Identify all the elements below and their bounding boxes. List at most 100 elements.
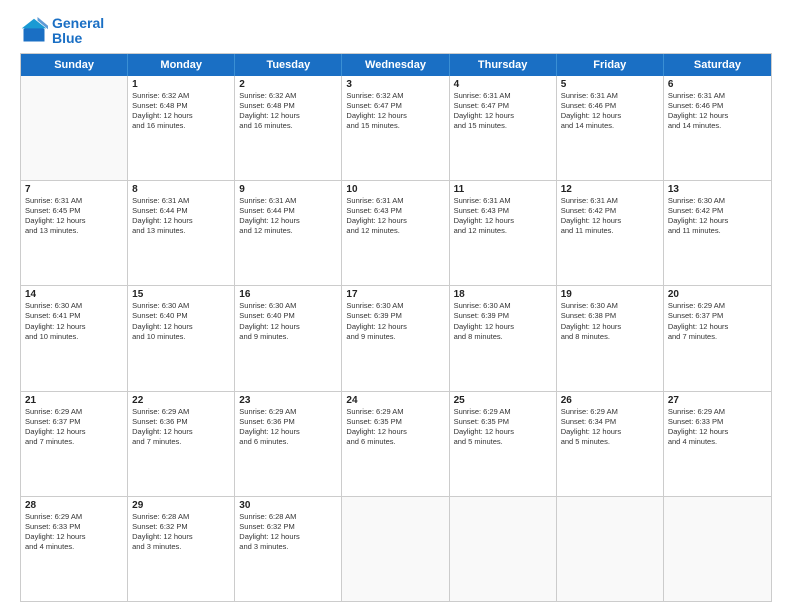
day-number: 28 bbox=[25, 500, 123, 511]
day-cell-6: 6Sunrise: 6:31 AM Sunset: 6:46 PM Daylig… bbox=[664, 76, 771, 180]
day-number: 5 bbox=[561, 79, 659, 90]
day-cell-17: 17Sunrise: 6:30 AM Sunset: 6:39 PM Dayli… bbox=[342, 286, 449, 390]
day-cell-30: 30Sunrise: 6:28 AM Sunset: 6:32 PM Dayli… bbox=[235, 497, 342, 601]
empty-cell-0-0 bbox=[21, 76, 128, 180]
header-day-tuesday: Tuesday bbox=[235, 54, 342, 76]
day-number: 1 bbox=[132, 79, 230, 90]
day-number: 30 bbox=[239, 500, 337, 511]
day-number: 13 bbox=[668, 184, 767, 195]
day-info: Sunrise: 6:31 AM Sunset: 6:42 PM Dayligh… bbox=[561, 196, 659, 237]
day-number: 21 bbox=[25, 395, 123, 406]
day-cell-7: 7Sunrise: 6:31 AM Sunset: 6:45 PM Daylig… bbox=[21, 181, 128, 285]
logo-icon bbox=[20, 17, 48, 45]
day-info: Sunrise: 6:31 AM Sunset: 6:44 PM Dayligh… bbox=[132, 196, 230, 237]
day-cell-18: 18Sunrise: 6:30 AM Sunset: 6:39 PM Dayli… bbox=[450, 286, 557, 390]
day-number: 4 bbox=[454, 79, 552, 90]
day-info: Sunrise: 6:30 AM Sunset: 6:42 PM Dayligh… bbox=[668, 196, 767, 237]
day-number: 26 bbox=[561, 395, 659, 406]
day-number: 9 bbox=[239, 184, 337, 195]
day-info: Sunrise: 6:29 AM Sunset: 6:35 PM Dayligh… bbox=[346, 407, 444, 448]
day-info: Sunrise: 6:28 AM Sunset: 6:32 PM Dayligh… bbox=[132, 512, 230, 553]
day-info: Sunrise: 6:31 AM Sunset: 6:45 PM Dayligh… bbox=[25, 196, 123, 237]
day-number: 18 bbox=[454, 289, 552, 300]
empty-cell-4-3 bbox=[342, 497, 449, 601]
day-info: Sunrise: 6:29 AM Sunset: 6:33 PM Dayligh… bbox=[668, 407, 767, 448]
day-info: Sunrise: 6:30 AM Sunset: 6:41 PM Dayligh… bbox=[25, 301, 123, 342]
calendar-row-1: 7Sunrise: 6:31 AM Sunset: 6:45 PM Daylig… bbox=[21, 181, 771, 286]
day-cell-23: 23Sunrise: 6:29 AM Sunset: 6:36 PM Dayli… bbox=[235, 392, 342, 496]
day-info: Sunrise: 6:29 AM Sunset: 6:34 PM Dayligh… bbox=[561, 407, 659, 448]
day-info: Sunrise: 6:29 AM Sunset: 6:37 PM Dayligh… bbox=[25, 407, 123, 448]
day-number: 17 bbox=[346, 289, 444, 300]
calendar-body: 1Sunrise: 6:32 AM Sunset: 6:48 PM Daylig… bbox=[21, 76, 771, 601]
calendar-row-4: 28Sunrise: 6:29 AM Sunset: 6:33 PM Dayli… bbox=[21, 497, 771, 601]
day-info: Sunrise: 6:30 AM Sunset: 6:40 PM Dayligh… bbox=[132, 301, 230, 342]
calendar-row-2: 14Sunrise: 6:30 AM Sunset: 6:41 PM Dayli… bbox=[21, 286, 771, 391]
day-info: Sunrise: 6:30 AM Sunset: 6:39 PM Dayligh… bbox=[346, 301, 444, 342]
day-cell-29: 29Sunrise: 6:28 AM Sunset: 6:32 PM Dayli… bbox=[128, 497, 235, 601]
day-number: 3 bbox=[346, 79, 444, 90]
day-number: 23 bbox=[239, 395, 337, 406]
day-cell-5: 5Sunrise: 6:31 AM Sunset: 6:46 PM Daylig… bbox=[557, 76, 664, 180]
logo-text: General Blue bbox=[52, 16, 104, 47]
day-info: Sunrise: 6:29 AM Sunset: 6:37 PM Dayligh… bbox=[668, 301, 767, 342]
empty-cell-4-5 bbox=[557, 497, 664, 601]
logo: General Blue bbox=[20, 16, 104, 47]
day-info: Sunrise: 6:30 AM Sunset: 6:39 PM Dayligh… bbox=[454, 301, 552, 342]
day-info: Sunrise: 6:31 AM Sunset: 6:46 PM Dayligh… bbox=[561, 91, 659, 132]
day-cell-20: 20Sunrise: 6:29 AM Sunset: 6:37 PM Dayli… bbox=[664, 286, 771, 390]
day-cell-11: 11Sunrise: 6:31 AM Sunset: 6:43 PM Dayli… bbox=[450, 181, 557, 285]
header-day-thursday: Thursday bbox=[450, 54, 557, 76]
header-day-monday: Monday bbox=[128, 54, 235, 76]
day-cell-26: 26Sunrise: 6:29 AM Sunset: 6:34 PM Dayli… bbox=[557, 392, 664, 496]
header-day-sunday: Sunday bbox=[21, 54, 128, 76]
day-cell-12: 12Sunrise: 6:31 AM Sunset: 6:42 PM Dayli… bbox=[557, 181, 664, 285]
day-number: 14 bbox=[25, 289, 123, 300]
day-cell-10: 10Sunrise: 6:31 AM Sunset: 6:43 PM Dayli… bbox=[342, 181, 449, 285]
page: General Blue SundayMondayTuesdayWednesda… bbox=[0, 0, 792, 612]
day-cell-8: 8Sunrise: 6:31 AM Sunset: 6:44 PM Daylig… bbox=[128, 181, 235, 285]
day-cell-24: 24Sunrise: 6:29 AM Sunset: 6:35 PM Dayli… bbox=[342, 392, 449, 496]
day-number: 8 bbox=[132, 184, 230, 195]
day-cell-19: 19Sunrise: 6:30 AM Sunset: 6:38 PM Dayli… bbox=[557, 286, 664, 390]
day-cell-21: 21Sunrise: 6:29 AM Sunset: 6:37 PM Dayli… bbox=[21, 392, 128, 496]
calendar-row-0: 1Sunrise: 6:32 AM Sunset: 6:48 PM Daylig… bbox=[21, 76, 771, 181]
day-cell-2: 2Sunrise: 6:32 AM Sunset: 6:48 PM Daylig… bbox=[235, 76, 342, 180]
empty-cell-4-4 bbox=[450, 497, 557, 601]
day-info: Sunrise: 6:32 AM Sunset: 6:48 PM Dayligh… bbox=[239, 91, 337, 132]
day-number: 24 bbox=[346, 395, 444, 406]
day-number: 25 bbox=[454, 395, 552, 406]
header-day-friday: Friday bbox=[557, 54, 664, 76]
day-cell-28: 28Sunrise: 6:29 AM Sunset: 6:33 PM Dayli… bbox=[21, 497, 128, 601]
day-info: Sunrise: 6:30 AM Sunset: 6:38 PM Dayligh… bbox=[561, 301, 659, 342]
day-cell-14: 14Sunrise: 6:30 AM Sunset: 6:41 PM Dayli… bbox=[21, 286, 128, 390]
day-number: 2 bbox=[239, 79, 337, 90]
day-number: 20 bbox=[668, 289, 767, 300]
day-number: 22 bbox=[132, 395, 230, 406]
day-info: Sunrise: 6:29 AM Sunset: 6:35 PM Dayligh… bbox=[454, 407, 552, 448]
day-cell-4: 4Sunrise: 6:31 AM Sunset: 6:47 PM Daylig… bbox=[450, 76, 557, 180]
day-info: Sunrise: 6:32 AM Sunset: 6:48 PM Dayligh… bbox=[132, 91, 230, 132]
day-cell-15: 15Sunrise: 6:30 AM Sunset: 6:40 PM Dayli… bbox=[128, 286, 235, 390]
day-cell-13: 13Sunrise: 6:30 AM Sunset: 6:42 PM Dayli… bbox=[664, 181, 771, 285]
day-number: 15 bbox=[132, 289, 230, 300]
day-info: Sunrise: 6:32 AM Sunset: 6:47 PM Dayligh… bbox=[346, 91, 444, 132]
day-cell-3: 3Sunrise: 6:32 AM Sunset: 6:47 PM Daylig… bbox=[342, 76, 449, 180]
day-cell-25: 25Sunrise: 6:29 AM Sunset: 6:35 PM Dayli… bbox=[450, 392, 557, 496]
calendar-header: SundayMondayTuesdayWednesdayThursdayFrid… bbox=[21, 54, 771, 76]
header: General Blue bbox=[20, 16, 772, 47]
day-number: 12 bbox=[561, 184, 659, 195]
day-cell-9: 9Sunrise: 6:31 AM Sunset: 6:44 PM Daylig… bbox=[235, 181, 342, 285]
day-info: Sunrise: 6:28 AM Sunset: 6:32 PM Dayligh… bbox=[239, 512, 337, 553]
day-info: Sunrise: 6:31 AM Sunset: 6:43 PM Dayligh… bbox=[454, 196, 552, 237]
day-number: 10 bbox=[346, 184, 444, 195]
day-info: Sunrise: 6:29 AM Sunset: 6:36 PM Dayligh… bbox=[132, 407, 230, 448]
day-cell-1: 1Sunrise: 6:32 AM Sunset: 6:48 PM Daylig… bbox=[128, 76, 235, 180]
header-day-saturday: Saturday bbox=[664, 54, 771, 76]
calendar-row-3: 21Sunrise: 6:29 AM Sunset: 6:37 PM Dayli… bbox=[21, 392, 771, 497]
day-cell-27: 27Sunrise: 6:29 AM Sunset: 6:33 PM Dayli… bbox=[664, 392, 771, 496]
day-number: 11 bbox=[454, 184, 552, 195]
day-number: 16 bbox=[239, 289, 337, 300]
day-number: 6 bbox=[668, 79, 767, 90]
empty-cell-4-6 bbox=[664, 497, 771, 601]
